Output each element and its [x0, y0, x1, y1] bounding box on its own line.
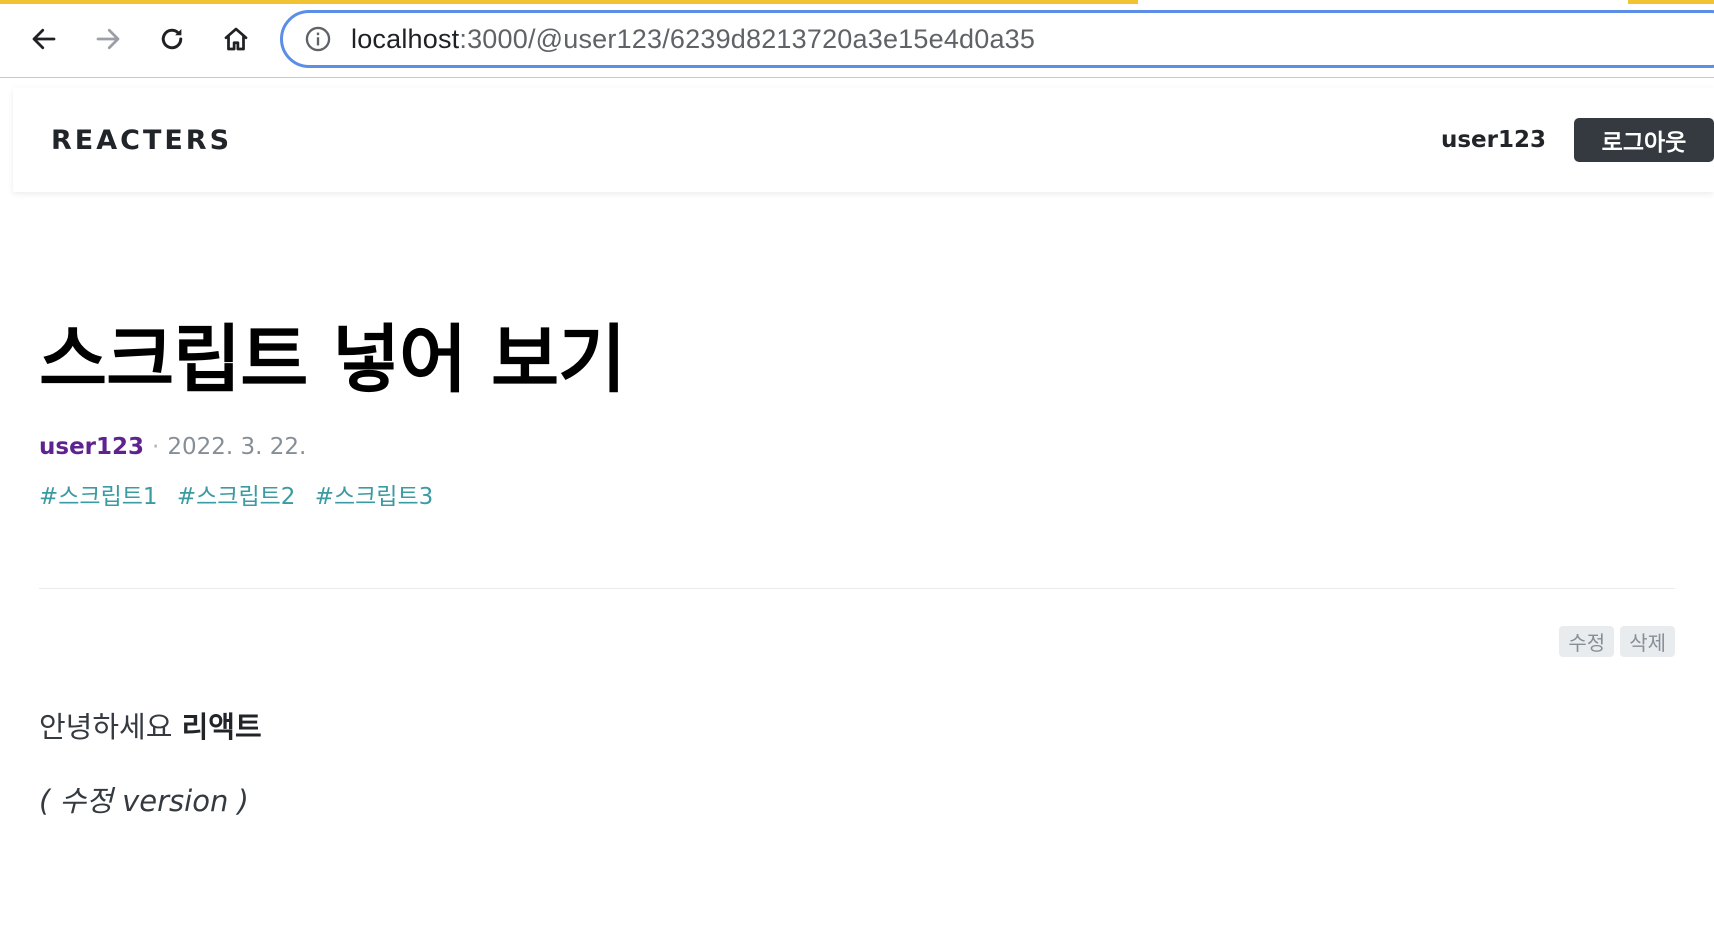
content-text: 안녕하세요: [39, 710, 182, 744]
forward-button[interactable]: [88, 19, 128, 59]
content-divider: [39, 588, 1675, 589]
back-button[interactable]: [24, 19, 64, 59]
site-header: REACTERS user123 로그아웃: [13, 88, 1714, 192]
info-icon[interactable]: [303, 24, 333, 54]
content-italic-paragraph: ( 수정 version ): [39, 784, 249, 818]
post-content: 안녕하세요 리액트 ( 수정 version ): [39, 704, 262, 820]
content-paragraph: 안녕하세요 리액트: [39, 704, 262, 746]
loading-strip: [0, 0, 1138, 4]
url-text: localhost:3000/@user123/6239d8213720a3e1…: [351, 23, 1036, 54]
arrow-left-icon: [32, 28, 56, 50]
post-title: 스크립트 넣어 보기: [39, 317, 626, 403]
browser-toolbar: localhost:3000/@user123/6239d8213720a3e1…: [0, 0, 1714, 78]
delete-button[interactable]: 삭제: [1620, 626, 1675, 657]
post-author-link[interactable]: user123: [39, 434, 144, 460]
logout-button[interactable]: 로그아웃: [1574, 118, 1714, 162]
site-logo[interactable]: REACTERS: [51, 125, 232, 156]
reload-button[interactable]: [152, 19, 192, 59]
content-bold-text: 리액트: [181, 710, 262, 744]
header-username: user123: [1440, 127, 1546, 153]
arrow-right-icon: [96, 28, 120, 50]
meta-separator: ·: [152, 434, 160, 460]
home-button[interactable]: [216, 19, 256, 59]
edit-button[interactable]: 수정: [1559, 626, 1615, 657]
address-bar[interactable]: localhost:3000/@user123/6239d8213720a3e1…: [280, 10, 1714, 68]
tag-link[interactable]: #스크립트2: [177, 484, 296, 510]
post-tags: #스크립트1 #스크립트2 #스크립트3: [39, 477, 445, 511]
home-icon: [224, 27, 248, 51]
post-meta: user123 · 2022. 3. 22.: [39, 434, 306, 460]
post-actions: 수정 삭제: [1559, 626, 1675, 657]
loading-strip: [1628, 0, 1714, 4]
header-user-area: user123 로그아웃: [1441, 118, 1714, 162]
tag-link[interactable]: #스크립트1: [39, 484, 158, 510]
tag-link[interactable]: #스크립트3: [315, 484, 434, 510]
reload-icon: [161, 28, 183, 50]
post-date: 2022. 3. 22.: [167, 434, 307, 460]
